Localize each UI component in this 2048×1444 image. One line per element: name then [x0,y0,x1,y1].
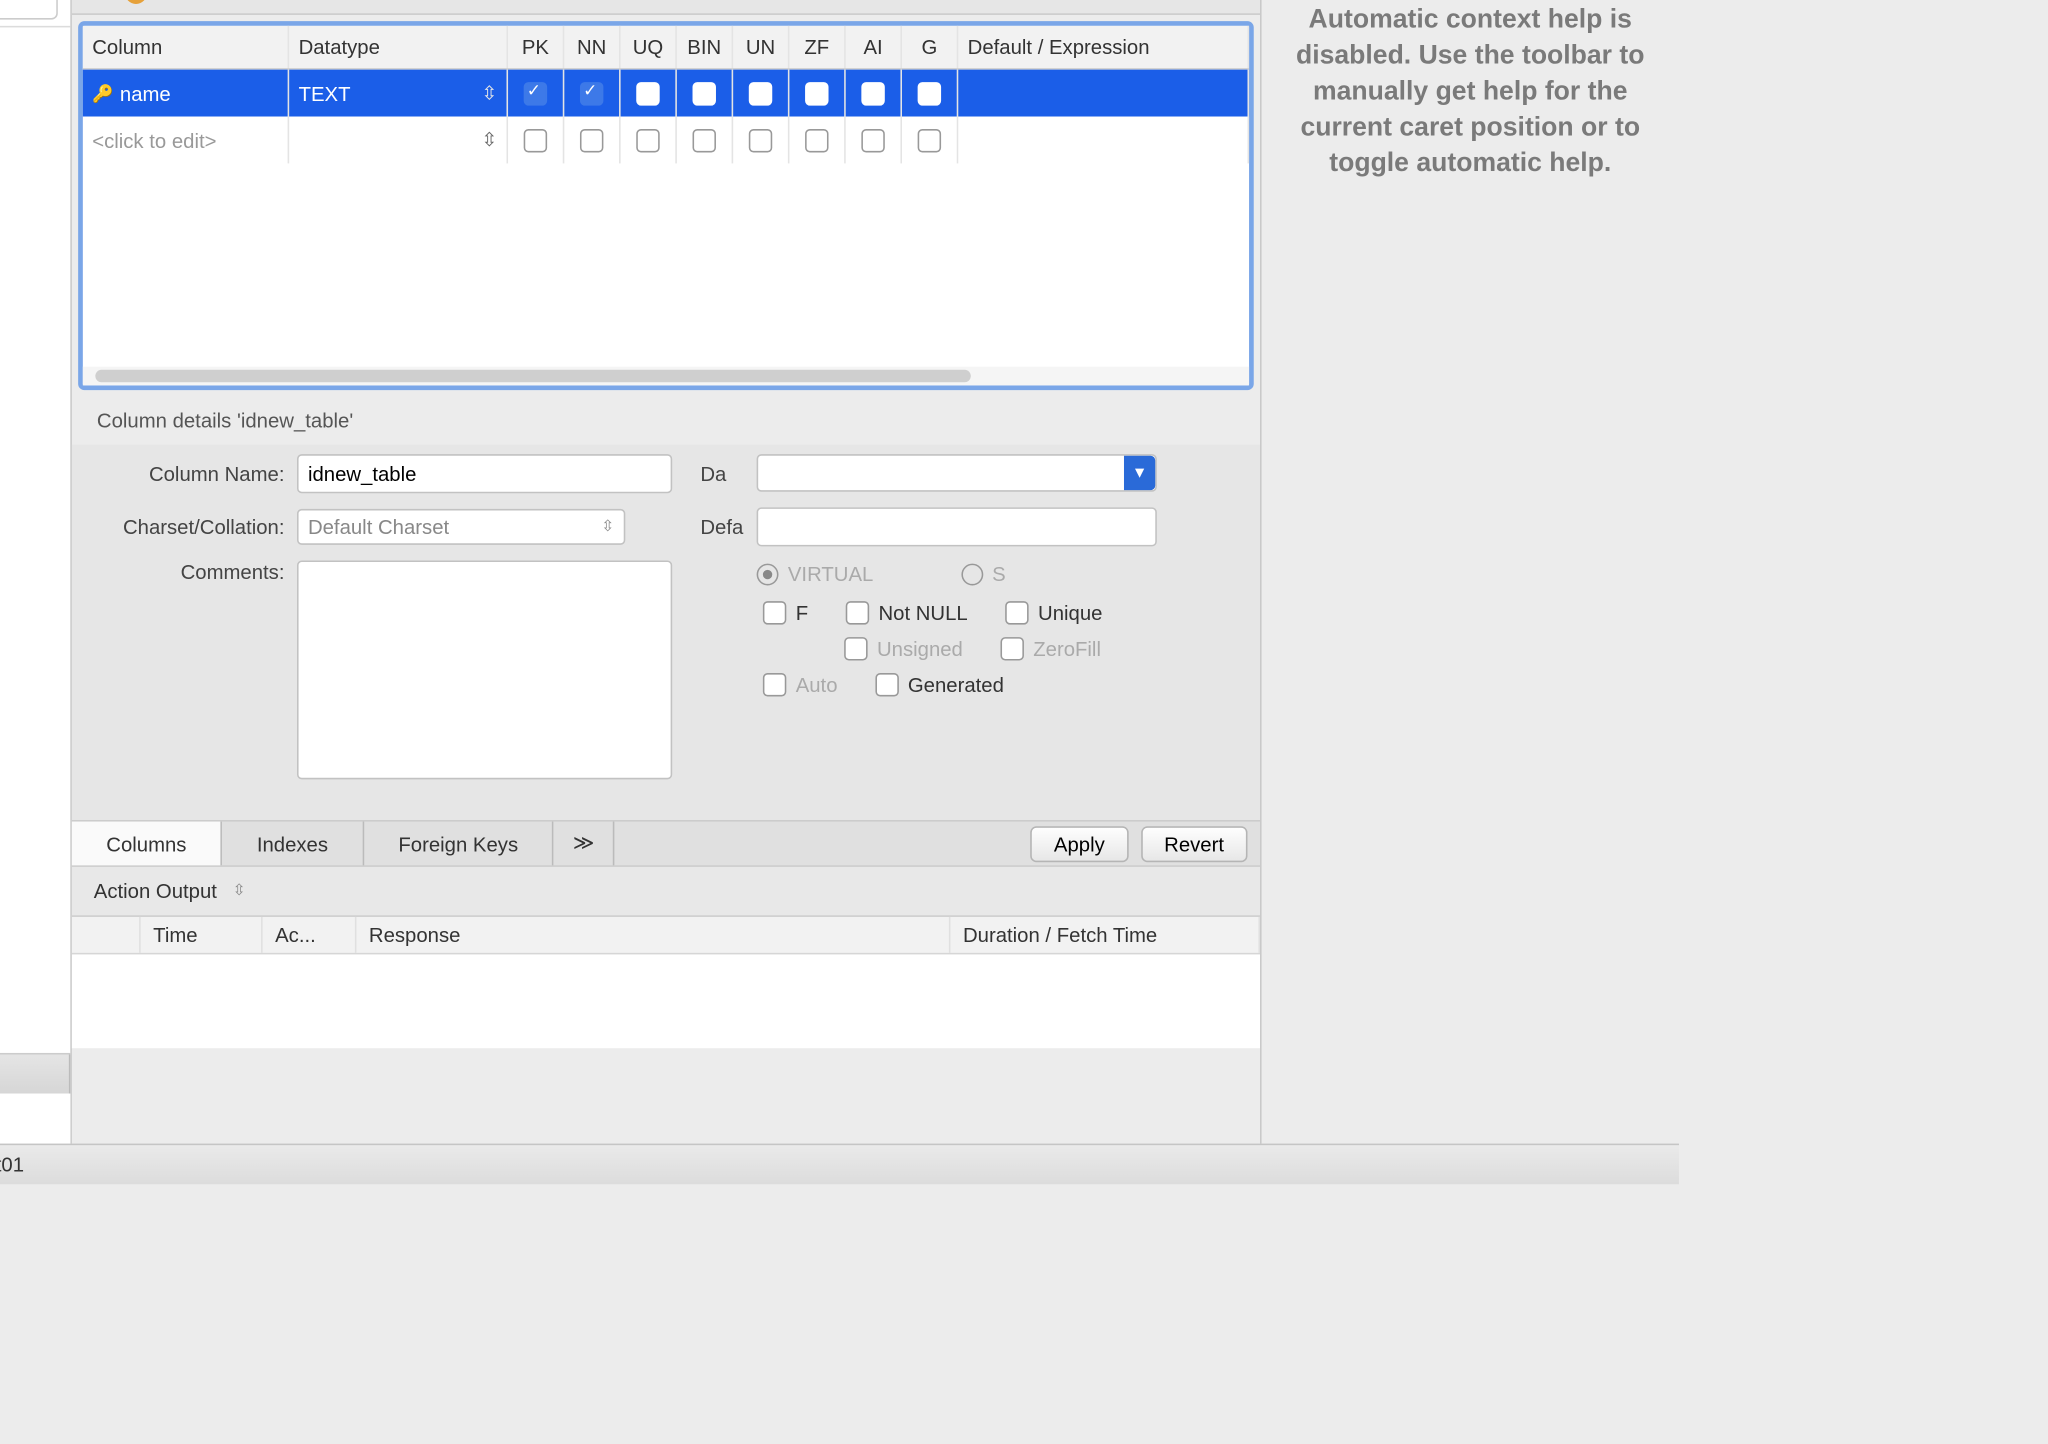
aout-header-response[interactable]: Response [356,917,950,953]
charset-label: Charset/Collation: [97,515,285,538]
aout-header-duration[interactable]: Duration / Fetch Time [950,917,1260,953]
column-row-name[interactable]: 🔑name TEXT⇳ [83,70,1249,117]
header-g[interactable]: G [902,26,958,68]
header-pk[interactable]: PK [508,26,564,68]
apply-button[interactable]: Apply [1030,825,1128,861]
action-output-title: Action Output [94,879,217,902]
virtual-radio[interactable] [757,563,779,585]
key-icon: 🔑 [92,83,113,103]
flag-nn-checkbox[interactable] [846,601,869,624]
header-un[interactable]: UN [733,26,789,68]
updown-icon[interactable]: ⇳ [233,883,246,900]
statusbar: Active schema changed to budaye_test01 [0,1144,1679,1185]
flag-un-checkbox[interactable] [844,637,867,660]
schema-tree: ▼🛢budaye_test01 ▼🗀Tables ▶▦name_table ▶▦… [0,27,70,1053]
tree-views[interactable]: ▶🗀Views [0,176,70,220]
flag-gen-checkbox[interactable] [875,673,898,696]
table-now-tasks[interactable]: ▶▦now_tasks [0,143,70,176]
column-details-title: Column details 'idnew_table' [72,396,1260,444]
header-uq[interactable]: UQ [621,26,677,68]
subtab-foreign-keys[interactable]: Foreign Keys [364,822,554,866]
flag-zf-checkbox[interactable] [1000,637,1023,660]
aout-header-action[interactable]: Ac... [263,917,357,953]
s-radio[interactable] [961,563,983,585]
aout-header-time[interactable]: Time [141,917,263,953]
status-text: Active schema changed to budaye_test01 [0,1153,24,1176]
context-help-text: Automatic context help is disabled. Use … [1262,0,1679,200]
subtab-columns[interactable]: Columns [72,822,223,866]
tree-stored-procedures[interactable]: ▶🗀Stored Procedures [0,220,70,264]
flag-f-checkbox[interactable] [763,601,786,624]
filter-objects-input[interactable] [0,0,58,20]
navigator-panel: Administration Schemas SCHEMAS ↻ ▼🛢buday… [0,0,72,1144]
more-tabs-icon[interactable]: ≫ [554,822,614,866]
action-output-body [72,954,1260,1048]
header-column[interactable]: Column [83,26,289,68]
datatype-label: Da [700,461,744,484]
bin-checkbox[interactable] [693,81,716,104]
tab-session[interactable]: Session [0,1054,70,1093]
columns-grid: Column Datatype PK NN UQ BIN UN ZF AI G … [78,21,1254,390]
header-default[interactable]: Default / Expression [958,26,1249,68]
comments-label: Comments: [97,560,285,583]
action-output-header: Action Output ⇳ [72,867,1260,917]
object-info: Schema: budaye_test01 [0,1094,70,1144]
comments-textarea[interactable] [297,560,672,779]
tree-functions[interactable]: ▶🗀Functions [0,263,70,307]
table-name-table[interactable]: ▶▦name_table [0,110,70,143]
zf-checkbox[interactable] [805,81,828,104]
subtab-indexes[interactable]: Indexes [222,822,364,866]
secondary-sidebar: Context Help Snippets ◀ ▶ 🛈 ⚡ Automatic … [1260,0,1679,1144]
header-ai[interactable]: AI [846,26,902,68]
ai-checkbox[interactable] [861,81,884,104]
un-checkbox[interactable] [749,81,772,104]
header-datatype[interactable]: Datatype [289,26,508,68]
editor-subtabs: Columns Indexes Foreign Keys ≫ Apply Rev… [72,820,1260,867]
g-checkbox[interactable] [918,81,941,104]
header-bin[interactable]: BIN [677,26,733,68]
datatype-combo[interactable]: ▼ [757,454,1157,492]
column-name-input[interactable] [297,454,672,493]
schema-management-self[interactable]: ▶🛢management_self [0,307,70,340]
flag-auto-checkbox[interactable] [763,673,786,696]
default-label: Defa [700,515,744,538]
flag-uq-checkbox[interactable] [1005,601,1028,624]
revert-button[interactable]: Revert [1141,825,1248,861]
schema-sys[interactable]: ▶🛢sys [0,340,70,373]
default-input[interactable] [757,507,1157,546]
header-nn[interactable]: NN [564,26,620,68]
pk-checkbox[interactable] [524,81,547,104]
header-zf[interactable]: ZF [789,26,845,68]
tree-tables[interactable]: ▼🗀Tables [0,66,70,110]
schema-budaye-test01[interactable]: ▼🛢budaye_test01 [0,34,70,67]
column-name-label: Column Name: [97,462,285,485]
horizontal-scrollbar[interactable] [83,367,1249,386]
charset-select[interactable]: Default Charset⇳ [297,509,625,545]
table-editor-header: Name: Schema: budaye_test01 ⌄ [72,0,1260,15]
column-details: Column Name: Charset/Collation: Default … [72,445,1260,820]
column-row-new[interactable]: <click to edit> ⇳ [83,117,1249,164]
uq-checkbox[interactable] [636,81,659,104]
nn-checkbox[interactable] [580,81,603,104]
